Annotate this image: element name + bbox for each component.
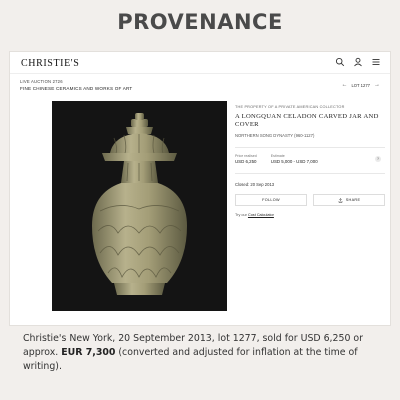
price-realised: Price realised USD 6,250: [235, 154, 257, 164]
cost-calculator-link[interactable]: Cost Calculator: [248, 213, 274, 217]
follow-button[interactable]: FOLLOW: [235, 194, 307, 207]
closed-date: Closed: 20 Sep 2013: [235, 182, 275, 188]
estimate-value: USD 5,000 - USD 7,000: [270, 159, 318, 165]
action-buttons: FOLLOW SHARE: [235, 194, 385, 207]
previous-lot-icon[interactable]: ←: [341, 82, 347, 88]
estimate: Estimate USD 5,000 - USD 7,000: [271, 154, 318, 164]
cost-prefix: Try our: [235, 213, 247, 218]
share-label: SHARE: [345, 198, 361, 203]
lot-number: LOT 1277: [351, 82, 370, 88]
share-icon: [338, 198, 342, 203]
christies-logo[interactable]: CHRISTIE'S: [21, 58, 79, 69]
estimate-label: Estimate: [270, 154, 285, 159]
screenshot-card: CHRISTIE'S LIVE AUCTION 2726 FINE CHINES…: [9, 51, 391, 326]
share-button[interactable]: SHARE: [313, 194, 385, 207]
page-title: PROVENANCE: [117, 10, 283, 34]
cost-calculator-line: Try our Cost Calculator: [235, 213, 385, 217]
lot-navigation: ← LOT 1277 →: [341, 82, 380, 88]
price-row: Price realised USD 6,250 Estimate USD 5,…: [235, 154, 385, 164]
info-icon[interactable]: ?: [375, 156, 381, 163]
caption-eur-value: EUR 7,300: [61, 347, 116, 358]
sale-name[interactable]: FINE CHINESE CERAMICS AND WORKS OF ART: [20, 86, 132, 91]
lot-title: A LONGQUAN CELADON CARVED JAR AND COVER: [235, 113, 379, 129]
lot-image[interactable]: [52, 101, 227, 311]
provenance-note: THE PROPERTY OF A PRIVATE AMERICAN COLLE…: [235, 105, 345, 109]
divider: [235, 147, 385, 149]
sale-info: LIVE AUCTION 2726 FINE CHINESE CERAMICS …: [20, 79, 132, 91]
lot-dynasty: NORTHERN SONG DYNASTY (960-1127): [235, 133, 315, 139]
price-value: USD 6,250: [235, 159, 257, 165]
price-label: Price realised: [235, 154, 257, 159]
divider: [235, 173, 385, 175]
sale-type[interactable]: LIVE AUCTION 2726: [20, 79, 132, 84]
follow-label: FOLLOW: [262, 198, 280, 203]
menu-icon[interactable]: [371, 57, 381, 67]
header-icons: [335, 57, 381, 67]
provenance-caption: Christie's New York, 20 September 2013, …: [23, 332, 379, 374]
user-icon[interactable]: [353, 57, 363, 67]
next-lot-icon[interactable]: →: [374, 82, 380, 88]
lot-details: THE PROPERTY OF A PRIVATE AMERICAN COLLE…: [235, 105, 385, 217]
search-icon[interactable]: [335, 57, 345, 67]
top-bar: CHRISTIE'S: [10, 52, 390, 74]
celadon-jar-illustration: [92, 113, 187, 295]
